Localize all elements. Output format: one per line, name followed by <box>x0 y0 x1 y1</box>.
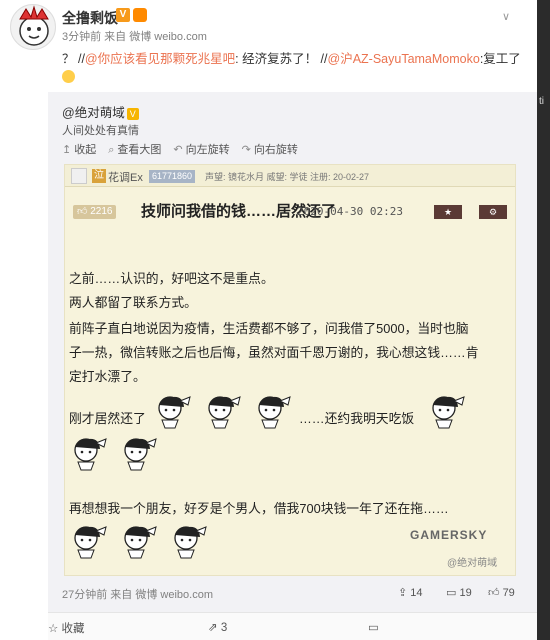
favorite-label: 收藏 <box>61 623 85 635</box>
sticker-image <box>258 396 291 429</box>
forward-text: 人间处处有真情 <box>62 125 139 137</box>
comment-count: 19 <box>459 587 472 599</box>
view-large-label: 查看大图 <box>117 144 162 156</box>
post-text: ？ //@你应该看见那颗死兆星吧: 经济复苏了！ //@沪AZ-SayuTama… <box>62 50 532 86</box>
repost-icon: ⇪ <box>398 587 411 599</box>
collapse-label: 收起 <box>74 144 97 156</box>
forum-line: 前阵子直白地说因为疫情，生活费都不够了，问我借了5000，当时也脑 <box>69 321 469 336</box>
reply-prefix: ？ // <box>62 52 85 66</box>
forum-post-time: 2020-04-30 02:23 <box>297 205 403 218</box>
forum-line: 定打水漂了。 <box>69 369 146 384</box>
sticker-image <box>74 438 107 471</box>
like-count: 79 <box>502 587 515 599</box>
reply-mid: : 经济复苏了！ // <box>235 52 328 66</box>
forum-like-value: 2216 <box>90 206 113 217</box>
thumb-icon: 👍︎ <box>77 206 91 217</box>
collapse-icon: ↥ <box>62 144 72 156</box>
sticker-image <box>174 526 207 559</box>
rotate-left-button[interactable]: ↶ 向左旋转 <box>173 141 229 157</box>
action-bar: ☆ 收藏 ⇗ 3 ▭ <box>48 612 537 640</box>
rotate-right-label: 向右旋转 <box>253 144 298 156</box>
forum-user-bar: 泣 花调Ex 61771860 声望: 镜花水月 威望: 学徒 注册: 20-0… <box>65 165 515 187</box>
reply-end: :复工了 <box>479 52 521 66</box>
verified-icon: V <box>116 8 130 22</box>
image-toolbar: ↥ 收起 ⌕ 查看大图 ↶ 向左旋转 ↷ 向右旋转 <box>62 140 298 158</box>
view-large-button[interactable]: ⌕ 查看大图 <box>108 141 161 157</box>
post-header: 全撸剩饭 V 3分钟前 来自 微博 weibo.com ∨ ？ //@你应该看见… <box>0 0 550 92</box>
sticker-image <box>74 526 107 559</box>
forum-like-count: 👍︎ 2216 <box>73 205 117 219</box>
comment-icon: ▭ <box>368 622 379 634</box>
side-panel-edge: ti <box>537 0 550 640</box>
forum-site: 花调Ex <box>108 172 143 184</box>
forward-author[interactable]: @绝对萌域 V <box>62 102 139 121</box>
forum-star-button: ★ <box>434 205 462 219</box>
author-name[interactable]: 全撸剩饭 <box>62 8 118 28</box>
image-watermark: @绝对萌域 <box>447 558 498 569</box>
comment-action-button[interactable]: ▭ <box>368 620 379 634</box>
sticker-image <box>432 396 465 429</box>
like-icon: 👍︎ <box>488 587 503 599</box>
forum-line: 之前……认识的，好吧这不是重点。 <box>69 271 274 286</box>
forward-author-label[interactable]: @绝对萌域 <box>62 106 125 120</box>
vip-icon <box>133 8 147 22</box>
favorite-button[interactable]: ☆ 收藏 <box>48 620 85 636</box>
forum-line: 再想想我一个朋友，好歹是个男人，借我700块钱一年了还在拖…… <box>69 501 449 516</box>
comment-icon: ▭ <box>446 587 460 599</box>
side-panel-label: ti <box>539 96 544 107</box>
forum-settings-button: ⚙ <box>479 205 507 219</box>
verified-icon: V <box>126 108 139 120</box>
forum-tag: 泣 <box>92 169 106 183</box>
chevron-down-icon[interactable]: ∨ <box>502 10 514 23</box>
comment-button[interactable]: ▭ 19 <box>446 586 472 599</box>
mention-link[interactable]: @你应该看见那颗死兆星吧 <box>85 52 235 66</box>
rotate-left-label: 向左旋转 <box>185 144 230 156</box>
forum-reputation: 声望: 镜花水月 威望: 学徒 注册: 20-02-27 <box>205 172 370 182</box>
avatar[interactable] <box>10 4 56 50</box>
sticker-image <box>208 396 241 429</box>
star-icon: ☆ <box>48 623 62 635</box>
repost-count: 14 <box>410 587 423 599</box>
like-button[interactable]: 👍︎ 79 <box>488 586 515 599</box>
repost-action-count: 3 <box>220 622 228 634</box>
forum-avatar <box>71 168 87 184</box>
emoji-icon <box>62 70 75 83</box>
rotate-right-button[interactable]: ↷ 向右旋转 <box>242 141 298 157</box>
sticker-image <box>124 438 157 471</box>
forward-meta: 27分钟前 来自 微博 weibo.com <box>62 589 213 601</box>
rotate-right-icon: ↷ <box>241 144 251 156</box>
repost-button[interactable]: ⇪ 14 <box>398 586 423 599</box>
sticker-image <box>124 526 157 559</box>
search-icon: ⌕ <box>108 144 115 156</box>
post-meta: 3分钟前 来自 微博 weibo.com <box>62 31 207 43</box>
share-icon: ⇗ <box>208 622 221 634</box>
mention-link[interactable]: @沪AZ-SayuTamaMomoko <box>328 52 480 66</box>
site-watermark: GAMERSKY <box>410 528 488 542</box>
forum-line: 子一热，微信转账之后也后悔，虽然对面千恩万谢的，我心想这钱……肯 <box>69 345 479 360</box>
forum-line: 两人都留了联系方式。 <box>69 295 197 310</box>
forum-uid: 61771860 <box>149 170 196 183</box>
collapse-button[interactable]: ↥ 收起 <box>62 141 96 157</box>
embedded-screenshot[interactable]: 泣 花调Ex 61771860 声望: 镜花水月 威望: 学徒 注册: 20-0… <box>64 164 516 576</box>
rotate-left-icon: ↶ <box>173 144 183 156</box>
repost-action-button[interactable]: ⇗ 3 <box>208 620 227 634</box>
sticker-image <box>158 396 191 429</box>
